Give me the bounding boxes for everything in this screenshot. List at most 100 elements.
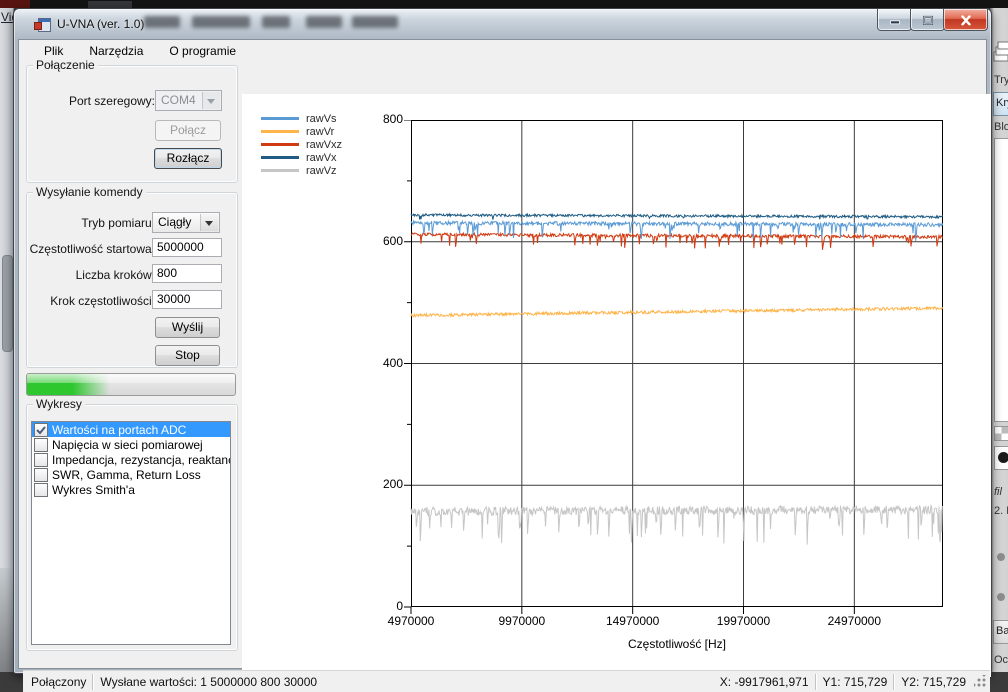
layers-icon [993,38,1008,64]
status-connected: Połączony [31,675,86,689]
background-listbox[interactable] [994,138,1008,422]
check-icon [35,424,47,436]
background-label-fil: fil [994,486,1002,498]
uvna-window: U-VNA (ver. 1.0) Plik Narzędzia O progra… [13,8,992,674]
legend-item: rawVr [261,125,342,138]
menu-item-o-programie[interactable]: O programie [156,41,249,61]
y-tick-label: 200 [369,477,403,491]
connect-button[interactable]: Połącz [155,120,221,141]
glass-menu-blur [144,16,180,28]
title-bar[interactable]: U-VNA (ver. 1.0) [14,9,991,39]
start-freq-label: Częstotliwość startowa: [30,242,155,256]
background-tool-icon[interactable] [997,553,1005,561]
send-button[interactable]: Wyślij [155,317,220,338]
legend-swatch [261,169,299,172]
glass-menu-blur [306,16,342,28]
y-tick-label: 400 [369,356,403,370]
glass-menu-blur [352,16,398,28]
background-menu-fragment [88,1,132,8]
menu-bar: Plik Narzędzia O programie [19,40,986,62]
left-strip-shadow [0,568,13,686]
app-icon [34,16,50,32]
legend-label: rawVs [306,113,337,125]
series-rawVs [411,221,943,241]
background-window-left-fragment: Vid [0,8,14,686]
series-rawVr [411,307,943,317]
checkbox-checked[interactable] [34,423,48,437]
legend-label: rawVz [306,165,337,177]
status-bar: Połączony Wysłane wartości: 1 5000000 80… [23,670,990,692]
legend-item: rawVxz [261,138,342,151]
x-tick-label: 19970000 [717,614,770,628]
plot-svg[interactable] [403,120,943,615]
series-rawVz [411,505,943,544]
chevron-down-icon [205,221,213,230]
step-freq-label: Krok częstotliwości: [50,294,155,308]
steps-input[interactable]: 800 [152,264,222,283]
checkbox-unchecked[interactable] [34,438,48,452]
x-tick-label: 24970000 [828,614,881,628]
combo-dropdown-button[interactable] [202,92,220,109]
disconnect-button[interactable]: Rozłącz [154,148,222,169]
chart-legend: rawVsrawVrrawVxzrawVxrawVz [261,112,342,177]
checkbox-unchecked[interactable] [34,453,48,467]
checkbox-unchecked[interactable] [34,483,48,497]
circle-swatch-icon[interactable] [994,446,1008,470]
list-item[interactable]: Napięcia w sieci pomiarowej [32,437,230,452]
mode-combo[interactable]: Ciągły [152,212,220,233]
chevron-down-icon [207,99,215,108]
background-label-oc: Oc [994,654,1008,666]
status-cursor-x: X: -9917961,971 [720,675,809,689]
combo-dropdown-button[interactable] [200,214,218,231]
port-combo[interactable]: COM4 [155,90,222,111]
x-tick-label: 4970000 [388,614,435,628]
legend-swatch [261,117,299,120]
legend-label: rawVr [306,126,334,138]
list-item[interactable]: SWR, Gamma, Return Loss [32,467,230,482]
status-sent-values: Wysłane wartości: 1 5000000 800 30000 [100,675,317,689]
chart-area: rawVsrawVrrawVxzrawVxrawVz 8006004002000… [242,94,991,677]
list-item-label: Napięcia w sieci pomiarowej [52,438,203,452]
background-label-2f: 2. F [994,505,1008,517]
background-button-kry[interactable]: Kry [993,92,1008,116]
group-charts-label: Wykresy [33,397,85,411]
mode-combo-value: Ciągły [158,215,191,229]
list-item[interactable]: Impedancja, rezystancja, reaktancja [32,452,230,467]
group-charts: Wykresy Wartości na portach ADCNapięcia … [26,404,238,651]
group-connection: Połączenie Port szeregowy: COM4 Połącz R… [26,65,238,183]
background-button-ba[interactable]: Ba [993,620,1008,644]
resize-grip-icon[interactable] [974,675,987,688]
glass-menu-blur [262,16,290,28]
legend-swatch [261,156,299,159]
legend-item: rawVz [261,164,342,177]
status-cursor-y2: Y2: 715,729 [901,675,966,689]
legend-item: rawVs [261,112,342,125]
step-freq-input[interactable]: 30000 [152,290,222,309]
checker-swatch-icon[interactable] [994,426,1008,441]
background-label-try: Try [994,74,1008,86]
charts-listbox[interactable]: Wartości na portach ADCNapięcia w sieci … [31,421,231,645]
legend-item: rawVx [261,151,342,164]
minimize-button[interactable] [877,9,912,31]
background-window-right-fragment: Try Kry Blo fil 2. F Ba Oc [990,8,1008,680]
progress-gloss [27,374,235,383]
close-button[interactable] [943,9,988,31]
start-freq-input[interactable]: 5000000 [152,238,222,257]
glass-menu-blur [192,16,250,28]
list-item[interactable]: Wykres Smith'a [32,482,230,497]
group-connection-label: Połączenie [33,58,98,72]
list-item[interactable]: Wartości na portach ADC [32,422,230,437]
legend-swatch [261,143,299,146]
scrollbar-thumb[interactable] [2,255,13,352]
client-area: Plik Narzędzia O programie Połączenie Po… [18,39,987,669]
list-item-label: Impedancja, rezystancja, reaktancja [52,453,231,467]
stop-button[interactable]: Stop [155,345,220,366]
y-tick-label: 0 [369,599,403,613]
list-item-label: Wykres Smith'a [52,483,135,497]
background-tool-icon[interactable] [997,593,1005,601]
maximize-button[interactable] [910,9,945,31]
progress-bar [26,373,236,396]
checkbox-unchecked[interactable] [34,468,48,482]
series-rawVx [411,214,943,220]
mode-label: Tryb pomiaru: [81,216,155,230]
